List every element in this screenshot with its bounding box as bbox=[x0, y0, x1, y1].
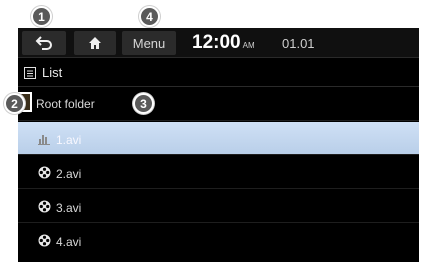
callout-badge-4: 4 bbox=[139, 6, 160, 27]
file-label: 4.avi bbox=[56, 235, 82, 249]
callout-badge-2: 2 bbox=[4, 93, 25, 114]
film-reel-icon bbox=[38, 234, 51, 247]
clock-time: 12:00 bbox=[192, 32, 241, 53]
callout-badge-3: 3 bbox=[133, 93, 154, 114]
back-button[interactable] bbox=[22, 31, 66, 55]
file-label: 1.avi bbox=[56, 133, 82, 147]
film-reel-icon bbox=[38, 166, 51, 179]
list-icon bbox=[24, 66, 36, 79]
folder-label: Root folder bbox=[36, 97, 95, 111]
file-row[interactable]: 1.avi bbox=[18, 122, 419, 155]
top-bar: Menu 12:00 AM 01.01 bbox=[18, 28, 419, 58]
film-reel-icon bbox=[38, 200, 51, 213]
list-title: List bbox=[42, 65, 63, 80]
media-player-screen: Menu 12:00 AM 01.01 List Root folder 1.a… bbox=[18, 28, 419, 262]
clock-ampm: AM bbox=[242, 41, 255, 50]
list-header: List bbox=[18, 59, 419, 87]
menu-button[interactable]: Menu bbox=[122, 31, 176, 55]
folder-row[interactable]: Root folder bbox=[18, 87, 419, 121]
file-label: 3.avi bbox=[56, 201, 82, 215]
file-label: 2.avi bbox=[56, 167, 82, 181]
back-arrow-icon bbox=[35, 36, 52, 50]
date-display: 01.01 bbox=[282, 36, 315, 51]
file-row[interactable]: 2.avi bbox=[18, 156, 419, 189]
clock: 12:00 AM bbox=[192, 32, 255, 54]
home-icon bbox=[89, 37, 101, 49]
home-button[interactable] bbox=[74, 31, 116, 55]
file-row[interactable]: 3.avi bbox=[18, 190, 419, 223]
file-row[interactable]: 4.avi bbox=[18, 224, 419, 257]
callout-badge-1: 1 bbox=[31, 6, 52, 27]
playing-bars-icon bbox=[38, 135, 50, 145]
